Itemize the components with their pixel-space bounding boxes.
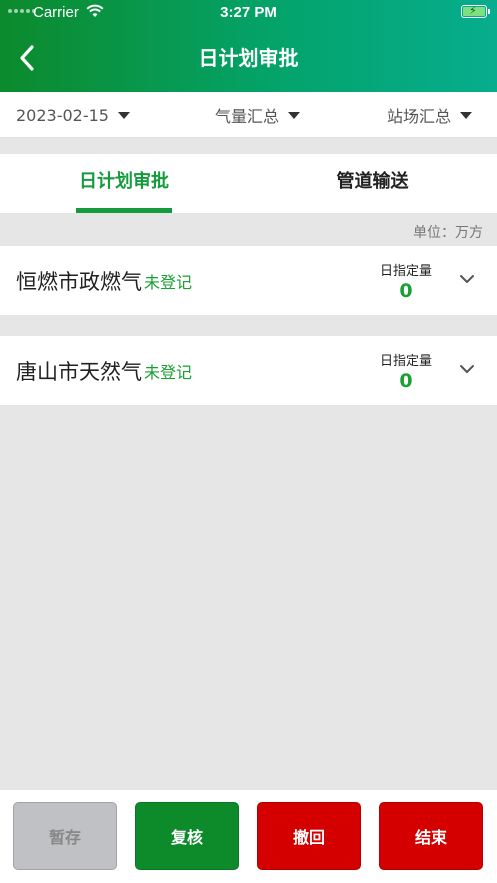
- station-summary-filter[interactable]: 站场汇总: [387, 92, 473, 138]
- caret-down-icon: [460, 111, 473, 119]
- save-draft-button[interactable]: 暂存: [13, 802, 117, 870]
- page-title: 日计划审批: [198, 46, 299, 70]
- status-bar: Carrier 3:27 PM ⚡: [0, 0, 497, 26]
- review-button[interactable]: 复核: [135, 802, 239, 870]
- active-tab-indicator: [76, 208, 172, 213]
- action-bar: 暂存 复核 撤回 结束: [0, 790, 497, 883]
- filter-bar: 2023-02-15 气量汇总 站场汇总: [0, 92, 497, 138]
- unit-label: 单位：万方: [413, 225, 483, 241]
- quantity-label: 日指定量: [379, 354, 432, 369]
- list-item[interactable]: 唐山市天然气 未登记 日指定量 0: [0, 336, 497, 405]
- app-header: Carrier 3:27 PM ⚡ 日计划审批: [0, 0, 497, 92]
- tab-pipeline-transport[interactable]: 管道输送: [248, 154, 497, 213]
- quantity-value: 0: [399, 280, 413, 302]
- clock: 3:27 PM: [220, 4, 277, 21]
- chevron-down-icon[interactable]: [458, 363, 476, 375]
- date-filter-label: 2023-02-15: [16, 105, 109, 125]
- status-badge: 未登记: [144, 362, 193, 382]
- gas-summary-filter[interactable]: 气量汇总: [215, 92, 301, 138]
- company-name: 唐山市天然气: [16, 359, 142, 384]
- gas-summary-label: 气量汇总: [215, 107, 280, 126]
- finish-button[interactable]: 结束: [379, 802, 483, 870]
- chevron-down-icon[interactable]: [458, 273, 476, 285]
- caret-down-icon: [117, 111, 130, 119]
- company-name: 恒燃市政燃气: [16, 269, 142, 294]
- date-filter[interactable]: 2023-02-15: [16, 92, 130, 138]
- list-item[interactable]: 恒燃市政燃气 未登记 日指定量 0: [0, 246, 497, 315]
- station-summary-label: 站场汇总: [387, 107, 452, 126]
- quantity-value: 0: [399, 370, 413, 392]
- battery-icon: ⚡: [461, 5, 490, 18]
- withdraw-button[interactable]: 撤回: [257, 802, 361, 870]
- tab-daily-plan-approval[interactable]: 日计划审批: [0, 154, 248, 213]
- quantity-label: 日指定量: [379, 264, 432, 279]
- status-badge: 未登记: [144, 272, 193, 292]
- tab-bar: 日计划审批 管道输送: [0, 154, 497, 213]
- caret-down-icon: [288, 111, 301, 119]
